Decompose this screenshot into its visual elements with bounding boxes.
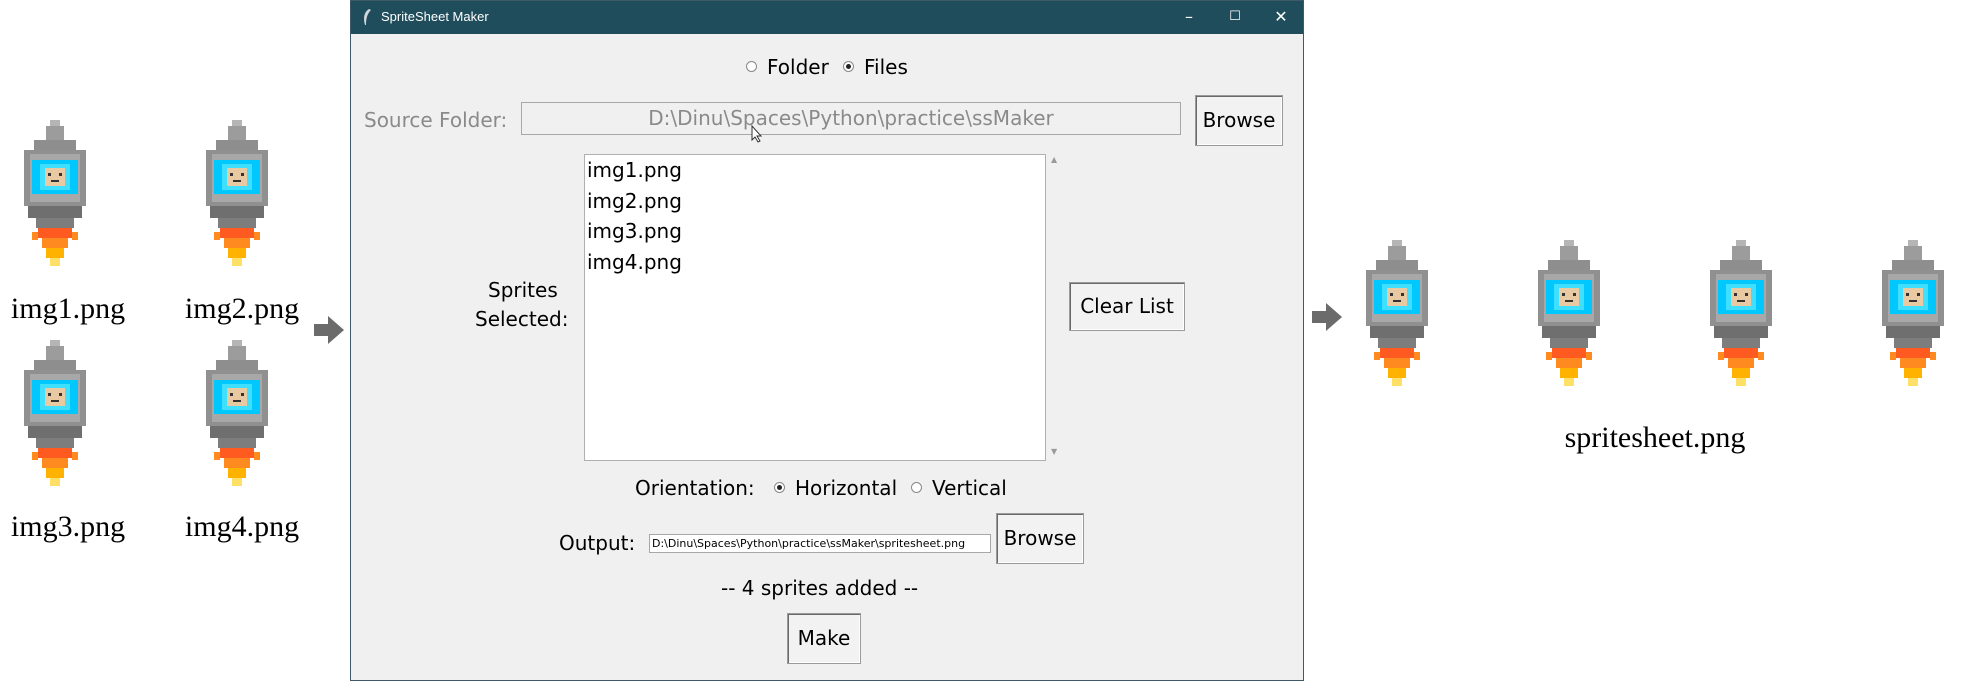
- scroll-up-icon[interactable]: ▲: [1051, 155, 1057, 164]
- sprite-img3-icon: [24, 340, 86, 486]
- spritesheet-sprite-1-icon: [1366, 240, 1428, 386]
- make-button[interactable]: Make: [787, 613, 861, 664]
- window-title: SpriteSheet Maker: [381, 9, 489, 24]
- horizontal-radio[interactable]: [774, 482, 785, 493]
- sprites-selected-label-line1: Sprites: [488, 278, 558, 302]
- source-browse-button[interactable]: Browse: [1195, 95, 1283, 146]
- sprites-listbox[interactable]: img1.png img2.png img3.png img4.png: [584, 154, 1046, 461]
- list-item[interactable]: img2.png: [585, 186, 1045, 217]
- vertical-radio-label: Vertical: [932, 476, 1007, 500]
- vertical-radio[interactable]: [911, 482, 922, 493]
- arrow-right-icon: [314, 316, 344, 344]
- sprite-caption: img1.png: [10, 292, 126, 325]
- source-folder-field[interactable]: D:\Dinu\Spaces\Python\practice\ssMaker: [521, 102, 1181, 135]
- spritesheet-maker-window: SpriteSheet Maker – ☐ ✕ Folder Files Sou…: [350, 0, 1304, 681]
- close-icon[interactable]: ✕: [1269, 5, 1293, 29]
- sprites-selected-label-line2: Selected:: [475, 307, 569, 331]
- maximize-icon[interactable]: ☐: [1223, 5, 1247, 29]
- sprite-caption: img3.png: [10, 510, 126, 543]
- title-bar[interactable]: SpriteSheet Maker – ☐ ✕: [351, 1, 1303, 34]
- output-label: Output:: [559, 531, 636, 555]
- folder-radio-label: Folder: [767, 55, 829, 79]
- sprite-img2-icon: [206, 120, 268, 266]
- horizontal-radio-label: Horizontal: [795, 476, 898, 500]
- minimize-icon[interactable]: –: [1177, 5, 1201, 29]
- sprite-caption: img4.png: [184, 510, 300, 543]
- sprite-img4-icon: [206, 340, 268, 486]
- source-folder-label: Source Folder:: [364, 108, 508, 132]
- files-radio[interactable]: [843, 61, 854, 72]
- list-item[interactable]: img1.png: [585, 155, 1045, 186]
- output-browse-button[interactable]: Browse: [996, 513, 1084, 564]
- feather-app-icon: [364, 9, 371, 25]
- arrow-right-icon: [1312, 303, 1342, 331]
- files-radio-label: Files: [864, 55, 908, 79]
- spritesheet-sprite-2-icon: [1538, 240, 1600, 386]
- status-text: -- 4 sprites added --: [721, 576, 919, 600]
- sprite-caption: img2.png: [184, 292, 300, 325]
- sprite-img1-icon: [24, 120, 86, 266]
- output-path-field[interactable]: D:\Dinu\Spaces\Python\practice\ssMaker\s…: [649, 534, 991, 553]
- scroll-down-icon[interactable]: ▼: [1051, 447, 1057, 456]
- mouse-cursor-icon: [751, 125, 763, 143]
- spritesheet-caption: spritesheet.png: [1564, 421, 1746, 454]
- orientation-label: Orientation:: [635, 476, 755, 500]
- folder-radio[interactable]: [746, 61, 757, 72]
- spritesheet-sprite-3-icon: [1710, 240, 1772, 386]
- list-item[interactable]: img4.png: [585, 247, 1045, 278]
- clear-list-button[interactable]: Clear List: [1069, 282, 1185, 331]
- list-item[interactable]: img3.png: [585, 216, 1045, 247]
- spritesheet-sprite-4-icon: [1882, 240, 1944, 386]
